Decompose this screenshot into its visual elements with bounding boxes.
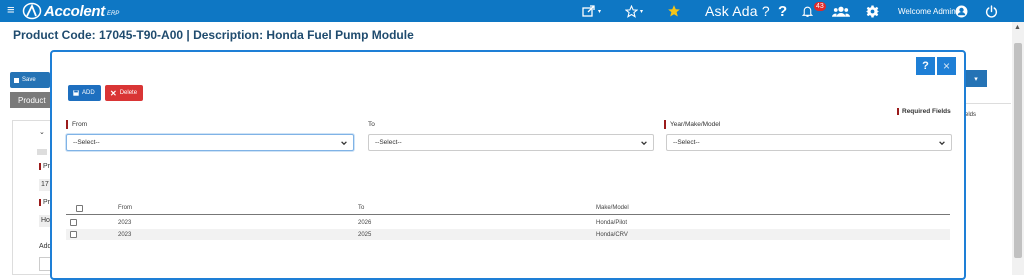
- modal-help-button[interactable]: ?: [916, 57, 935, 75]
- chevron-down-icon: ▾: [640, 8, 644, 15]
- from-select[interactable]: --Select--: [66, 134, 354, 151]
- cell-make-model: Honda/CRV: [596, 231, 628, 238]
- delete-button[interactable]: ✕ Delete: [105, 85, 143, 101]
- to-select[interactable]: --Select--: [368, 134, 654, 151]
- tab-product[interactable]: Product: [10, 92, 50, 108]
- page-title: Product Code: 17045-T90-A00 | Descriptio…: [13, 28, 414, 42]
- cell-from: 2023: [118, 219, 132, 226]
- chevron-down-icon: [939, 141, 945, 146]
- from-label: From: [66, 120, 87, 129]
- column-header-make-model: Make/Model: [596, 205, 629, 211]
- table-row[interactable]: 2023 2026 Honda/Pilot: [66, 217, 950, 228]
- divider: [965, 103, 1011, 104]
- required-fields-note: Required Fields: [897, 108, 951, 115]
- logout-button[interactable]: [985, 0, 998, 22]
- user-circle-icon: [955, 5, 968, 17]
- cell-to: 2026: [358, 219, 372, 226]
- cell-to: 2025: [358, 231, 372, 238]
- year-make-model-modal: [50, 50, 966, 280]
- cell-make-model: Honda/Pilot: [596, 219, 628, 226]
- table-header: From To Make/Model: [66, 202, 950, 215]
- scroll-up-arrow-icon[interactable]: ▲: [1014, 24, 1021, 31]
- save-icon: [73, 90, 79, 96]
- to-label: To: [368, 121, 375, 128]
- favorites-dropdown[interactable]: ▾: [625, 0, 643, 22]
- brand-suffix: ERP: [106, 11, 120, 17]
- save-label: Save: [22, 77, 36, 83]
- save-button[interactable]: Save: [10, 72, 50, 88]
- top-navbar: ≡ Accolent ERP ▾ ▾ Ask Ada ? ? 43 Welcom…: [0, 0, 1024, 22]
- delete-label: Delete: [119, 90, 138, 96]
- year-make-model-select-value: --Select--: [673, 139, 700, 146]
- ask-ada-link[interactable]: Ask Ada ?: [705, 0, 770, 22]
- to-select-value: --Select--: [375, 139, 402, 146]
- share-icon: [582, 5, 595, 17]
- notifications-button[interactable]: [801, 0, 814, 22]
- chevron-down-icon: ⌄: [39, 129, 45, 136]
- close-icon: ✕: [110, 88, 117, 98]
- column-header-to: To: [358, 205, 365, 211]
- logo-mark-icon: [22, 2, 42, 20]
- background-tab-fragment: elds: [965, 112, 977, 118]
- save-icon: [14, 77, 19, 83]
- help-icon[interactable]: ?: [778, 0, 787, 22]
- row-checkbox[interactable]: [70, 217, 77, 228]
- menu-icon[interactable]: ≡: [7, 2, 15, 18]
- brand-name: Accolent: [44, 2, 105, 20]
- from-select-value: --Select--: [73, 139, 100, 146]
- bell-icon: [801, 6, 814, 17]
- background-form-panel: ⌄ Pro 17 Pro Ho Add: [12, 120, 54, 275]
- power-icon: [985, 4, 998, 18]
- modal-close-button[interactable]: ×: [937, 57, 956, 75]
- gear-icon: [866, 5, 879, 17]
- year-make-model-select[interactable]: --Select--: [666, 134, 952, 151]
- modal-tools: ? ×: [916, 57, 956, 75]
- chevron-down-icon: [641, 141, 647, 146]
- column-header-from: From: [118, 205, 132, 211]
- background-placeholder: [37, 149, 47, 155]
- favorite-star-button[interactable]: [667, 0, 681, 22]
- add-label: ADD: [82, 90, 95, 96]
- welcome-text: Welcome Admin: [898, 6, 956, 16]
- users-icon: [832, 6, 850, 17]
- chevron-down-icon: [341, 141, 347, 146]
- select-all-checkbox[interactable]: [76, 202, 83, 214]
- users-button[interactable]: [832, 0, 850, 22]
- brand-logo[interactable]: Accolent ERP: [22, 2, 119, 20]
- share-dropdown[interactable]: ▾: [582, 0, 601, 22]
- row-checkbox[interactable]: [70, 229, 77, 240]
- user-menu-button[interactable]: [955, 0, 968, 22]
- scrollbar-thumb[interactable]: [1014, 43, 1022, 258]
- table-row[interactable]: 2023 2025 Honda/CRV: [66, 229, 950, 240]
- notification-count-badge: 43: [814, 2, 826, 11]
- cell-from: 2023: [118, 231, 132, 238]
- star-outline-icon: [625, 4, 638, 18]
- chevron-down-icon: ▾: [598, 8, 602, 15]
- settings-button[interactable]: [866, 0, 879, 22]
- background-dropdown-button[interactable]: ▾: [965, 70, 987, 87]
- year-make-model-label: Year/Make/Model: [664, 120, 720, 129]
- star-filled-icon: [668, 5, 680, 17]
- add-button[interactable]: ADD: [68, 85, 101, 101]
